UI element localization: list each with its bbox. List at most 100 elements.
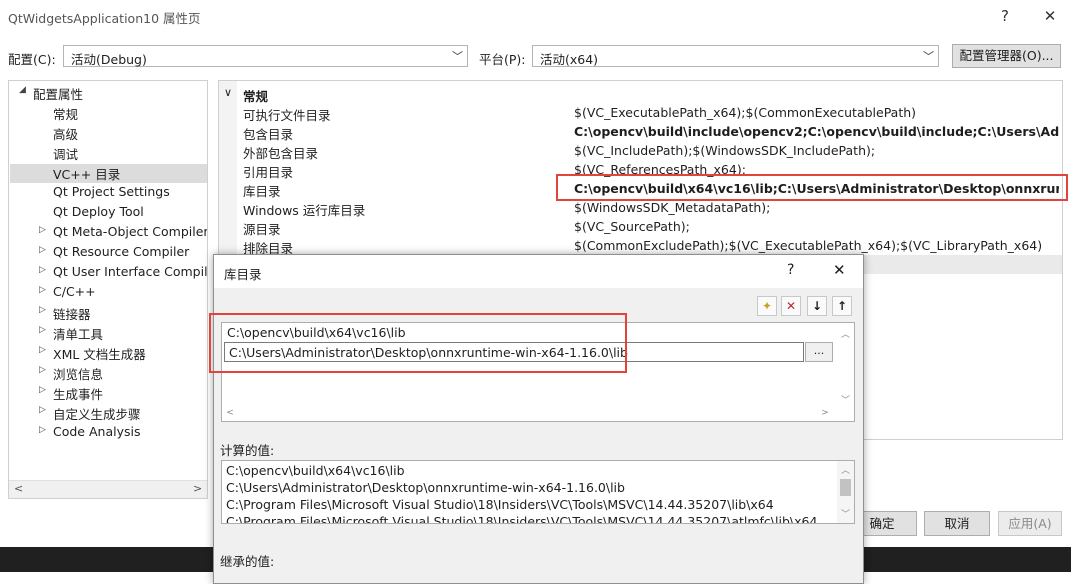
property-value[interactable]: $(WindowsSDK_MetadataPath); [574, 200, 1059, 215]
tree-item-label: Qt Meta-Object Compiler [53, 224, 208, 239]
dialog-close-icon[interactable]: ✕ [833, 261, 846, 279]
tree-item[interactable]: 高级 [53, 124, 78, 143]
tree-item[interactable]: ▷ C/C++ [39, 284, 96, 299]
tree-item[interactable]: Qt Project Settings [53, 184, 170, 199]
scroll-down-icon[interactable]: ﹀ [837, 393, 854, 406]
tree-item[interactable]: ▷ 生成事件 [39, 384, 104, 403]
scroll-left-icon[interactable]: < [225, 408, 235, 418]
tree-item-label: 生成事件 [53, 387, 104, 402]
computed-scrollbar[interactable]: ︿ ﹀ [837, 461, 854, 523]
tree-item-label: 自定义生成步骤 [53, 407, 141, 422]
scroll-up-icon[interactable]: ︿ [837, 463, 854, 476]
tree-item[interactable]: ◢ 配置属性 [19, 84, 84, 103]
dialog-titlebar [214, 255, 863, 288]
chevron-down-icon: ﹀ [452, 50, 463, 63]
window-title: QtWidgetsApplication10 属性页 [8, 11, 201, 26]
platform-label: 平台(P): [479, 52, 526, 67]
expand-icon[interactable]: ▷ [39, 245, 46, 255]
tree-item-label: Qt Resource Compiler [53, 244, 190, 259]
config-value: 活动(Debug) [71, 52, 147, 67]
tree-item[interactable]: ▷ 清单工具 [39, 324, 103, 343]
highlight-box-entries [209, 313, 627, 373]
tree-item[interactable]: ▷ Qt Meta-Object Compiler [39, 224, 208, 239]
scroll-thumb[interactable] [840, 479, 851, 496]
move-down-icon[interactable]: ↓ [807, 296, 827, 316]
delete-icon[interactable]: ✕ [781, 296, 801, 316]
collapse-icon[interactable]: ∨ [224, 86, 232, 99]
dialog-title: 库目录 [224, 267, 262, 282]
platform-value: 活动(x64) [540, 52, 599, 67]
computed-value-line: C:\Program Files\Microsoft Visual Studio… [226, 514, 818, 524]
expand-icon[interactable]: ▷ [39, 385, 46, 395]
scroll-up-icon[interactable]: ︿ [837, 327, 854, 340]
chevron-down-icon: ﹀ [923, 50, 934, 63]
tree-item[interactable]: Qt Deploy Tool [53, 204, 144, 219]
tree-item[interactable]: ▷ 链接器 [39, 304, 91, 323]
help-icon[interactable]: ? [991, 4, 1019, 28]
config-label: 配置(C): [8, 52, 56, 67]
tree-item-label: 调试 [53, 147, 79, 162]
scroll-down-icon[interactable]: ﹀ [837, 507, 854, 520]
inherited-label: 继承的值: [220, 554, 275, 569]
tree-item[interactable]: ▷ Qt User Interface Compile [39, 264, 207, 279]
tree-item-label: Qt Deploy Tool [53, 204, 144, 219]
platform-select[interactable]: 活动(x64) ﹀ [532, 45, 939, 67]
tree-item[interactable]: VC++ 目录 [10, 164, 207, 183]
tree-item[interactable]: ▷ 浏览信息 [39, 364, 104, 383]
scroll-left-icon[interactable]: < [14, 482, 23, 495]
highlight-box-library-dirs [556, 174, 1068, 201]
expand-icon[interactable]: ▷ [39, 365, 46, 375]
property-value[interactable]: $(CommonExcludePath);$(VC_ExecutablePath… [574, 238, 1059, 253]
property-tree: ◢ 配置属性常规高级调试 VC++ 目录 Qt Project Settings Qt … [8, 80, 208, 499]
computed-value-line: C:\opencv\build\x64\vc16\lib [226, 463, 405, 478]
expand-icon[interactable]: ▷ [39, 325, 46, 335]
expand-icon[interactable]: ▷ [39, 225, 46, 235]
expand-icon[interactable]: ▷ [39, 405, 46, 415]
browse-button[interactable]: ... [805, 342, 833, 362]
tree-item[interactable]: ▷ 自定义生成步骤 [39, 404, 141, 423]
expand-icon[interactable]: ▷ [39, 285, 46, 295]
tree-item-label: 配置属性 [33, 87, 84, 102]
tree-item[interactable]: 常规 [53, 104, 78, 123]
computed-values-list[interactable]: C:\opencv\build\x64\vc16\lib C:\Users\Adm… [221, 460, 855, 524]
tree-item-label: Qt Project Settings [53, 184, 170, 199]
cancel-button[interactable]: 取消 [924, 511, 990, 536]
dialog-help-icon[interactable]: ? [787, 262, 794, 278]
tree-item[interactable]: ▷ Code Analysis [39, 424, 140, 439]
scroll-right-icon[interactable]: > [820, 408, 830, 418]
tree-horizontal-scrollbar[interactable]: < > [9, 480, 207, 498]
property-row[interactable]: 排除目录 $(CommonExcludePath);$(VC_Executable… [219, 236, 1062, 256]
scroll-right-icon[interactable]: > [193, 482, 202, 495]
library-dirs-dialog: 库目录 ? ✕ ✦ ✕ ↓ ↑ C:\opencv\build\x64\vc16… [209, 254, 864, 584]
tree-item[interactable]: ▷ Qt Resource Compiler [39, 244, 190, 259]
tree-item[interactable]: 调试 [53, 144, 78, 163]
expanded-icon[interactable]: ◢ [19, 85, 26, 95]
tree-item-label: C/C++ [53, 284, 96, 299]
property-value[interactable]: $(VC_ExecutablePath_x64);$(CommonExecuta… [574, 105, 1059, 120]
property-value[interactable]: $(VC_IncludePath);$(WindowsSDK_IncludePa… [574, 143, 1059, 158]
move-up-icon[interactable]: ↑ [832, 296, 852, 316]
property-row[interactable]: 外部包含目录 $(VC_IncludePath);$(WindowsSDK_Inc… [219, 141, 1062, 161]
section-header[interactable]: ∨ 常规 [219, 84, 1062, 104]
tree-item-label: 常规 [53, 107, 79, 122]
expand-icon[interactable]: ▷ [39, 265, 46, 275]
property-row[interactable]: 包含目录 C:\opencv\build\include\opencv2;C:\o… [219, 122, 1062, 142]
expand-icon[interactable]: ▷ [39, 425, 46, 435]
tree-item[interactable]: ▷ XML 文档生成器 [39, 344, 146, 363]
computed-value-line: C:\Program Files\Microsoft Visual Studio… [226, 497, 774, 512]
expand-icon[interactable]: ▷ [39, 305, 46, 315]
tree-item-label: 链接器 [53, 307, 91, 322]
config-manager-button[interactable]: 配置管理器(O)... [952, 44, 1061, 68]
tree-item-label: 浏览信息 [53, 367, 104, 382]
property-row[interactable]: 可执行文件目录 $(VC_ExecutablePath_x64);$(Common… [219, 103, 1062, 123]
property-value[interactable]: C:\opencv\build\include\opencv2;C:\openc… [574, 124, 1059, 139]
computed-label: 计算的值: [220, 443, 275, 458]
property-value[interactable]: $(VC_SourcePath); [574, 219, 1059, 234]
close-icon[interactable]: ✕ [1036, 4, 1064, 28]
property-row[interactable]: 源目录 $(VC_SourcePath); [219, 217, 1062, 237]
expand-icon[interactable]: ▷ [39, 345, 46, 355]
config-select[interactable]: 活动(Debug) ﹀ [63, 45, 468, 67]
apply-button[interactable]: 应用(A) [998, 511, 1062, 536]
computed-value-line: C:\Users\Administrator\Desktop\onnxrunti… [226, 480, 625, 495]
new-line-icon[interactable]: ✦ [757, 296, 777, 316]
